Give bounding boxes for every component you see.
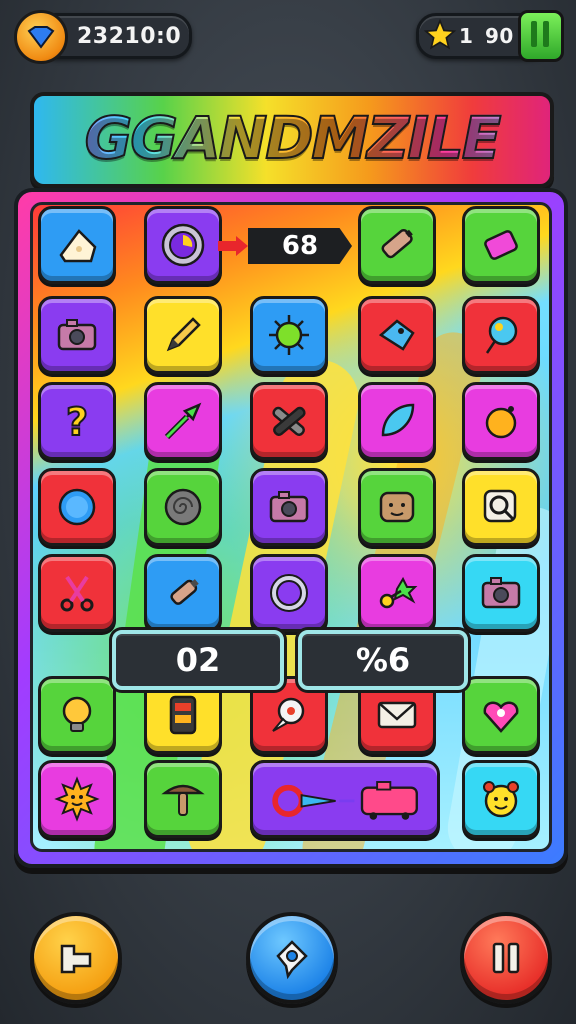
build-icon (60, 944, 92, 974)
camera-icon (481, 577, 521, 609)
orb-icon (58, 488, 96, 526)
camera-icon (269, 491, 309, 523)
board-tile[interactable] (38, 554, 116, 632)
board-tile[interactable] (462, 206, 540, 284)
board-tile[interactable] (358, 296, 436, 374)
combo-banner-value: 68 (281, 231, 319, 261)
board-tile[interactable] (462, 554, 540, 632)
board-tile[interactable] (144, 206, 222, 284)
board-tile[interactable] (358, 554, 436, 632)
gem-counter-value: 90 (485, 24, 514, 48)
board-tile[interactable] (38, 676, 116, 754)
smiley-icon (483, 781, 519, 818)
title-banner: GGANDMZILE (30, 92, 554, 188)
hint-button[interactable] (246, 912, 338, 1004)
target-icon (161, 223, 205, 267)
cheese-icon (59, 229, 97, 263)
coin-counter-value: 23210:0 (77, 24, 182, 49)
ball-icon (485, 406, 517, 439)
leaf-icon (381, 403, 415, 437)
board-tile[interactable] (144, 760, 222, 838)
ring-icon (270, 574, 308, 612)
star-counter-value: 1 (459, 24, 474, 48)
mushroom-icon (161, 784, 205, 816)
star-icon (423, 18, 457, 57)
camera-icon (57, 319, 97, 351)
board-tile[interactable] (38, 206, 116, 284)
cookie-face-icon (379, 491, 415, 523)
board-tile[interactable] (462, 296, 540, 374)
truck-icon (272, 781, 418, 820)
pause-button[interactable] (460, 912, 552, 1004)
arrow-icon (164, 402, 202, 440)
balloon-icon (485, 316, 518, 354)
board-tile[interactable] (144, 554, 222, 632)
board-tile[interactable] (462, 468, 540, 546)
board-tile[interactable] (358, 468, 436, 546)
spiral-icon (164, 488, 202, 526)
build-button[interactable] (30, 912, 122, 1004)
virus-icon (269, 315, 309, 355)
pencil-icon (166, 317, 201, 352)
board-tile[interactable] (462, 760, 540, 838)
gem-heart-icon (483, 701, 519, 733)
hint-icon (276, 940, 308, 980)
score-left-value: 02 (175, 641, 221, 679)
envelope-icon (377, 701, 417, 729)
wrench-icon (272, 406, 306, 437)
game-title: GGANDMZILE (34, 103, 550, 173)
board-tile[interactable] (358, 382, 436, 460)
gem-icon (518, 10, 564, 62)
combo-banner: 68 (248, 228, 352, 264)
board-tile[interactable] (38, 296, 116, 374)
board-tile[interactable] (462, 382, 540, 460)
board-tile[interactable] (250, 382, 328, 460)
board-tile[interactable] (144, 468, 222, 546)
search-icon (483, 489, 517, 523)
board-tile[interactable] (250, 468, 328, 546)
board-tile[interactable] (358, 206, 436, 284)
question-mark-icon: ? (65, 399, 89, 445)
board-tile-wide[interactable] (250, 760, 440, 838)
board-tile[interactable] (462, 676, 540, 754)
board-tile[interactable] (250, 296, 328, 374)
svg-text:?: ? (66, 400, 88, 444)
board-tile[interactable] (144, 382, 222, 460)
pause-icon (492, 942, 520, 974)
battery-icon (381, 228, 413, 259)
board-tile[interactable] (38, 760, 116, 838)
phone-icon (169, 695, 197, 735)
score-right-box: %6 (298, 630, 468, 690)
board-tile[interactable] (144, 296, 222, 374)
board-tile[interactable] (38, 468, 116, 546)
sun-face-icon (54, 776, 100, 822)
scissors-icon (60, 575, 94, 612)
score-left-box: 02 (112, 630, 284, 690)
clover-icon (379, 576, 418, 609)
coin-icon (14, 10, 68, 64)
board-tile[interactable] (250, 554, 328, 632)
bottle-icon (170, 579, 199, 605)
lightbulb-icon (62, 696, 92, 732)
fish-icon (378, 319, 415, 351)
pin-icon (272, 697, 305, 732)
eraser-icon (484, 230, 518, 260)
board-tile[interactable]: ? (38, 382, 116, 460)
score-right-value: %6 (355, 641, 411, 679)
